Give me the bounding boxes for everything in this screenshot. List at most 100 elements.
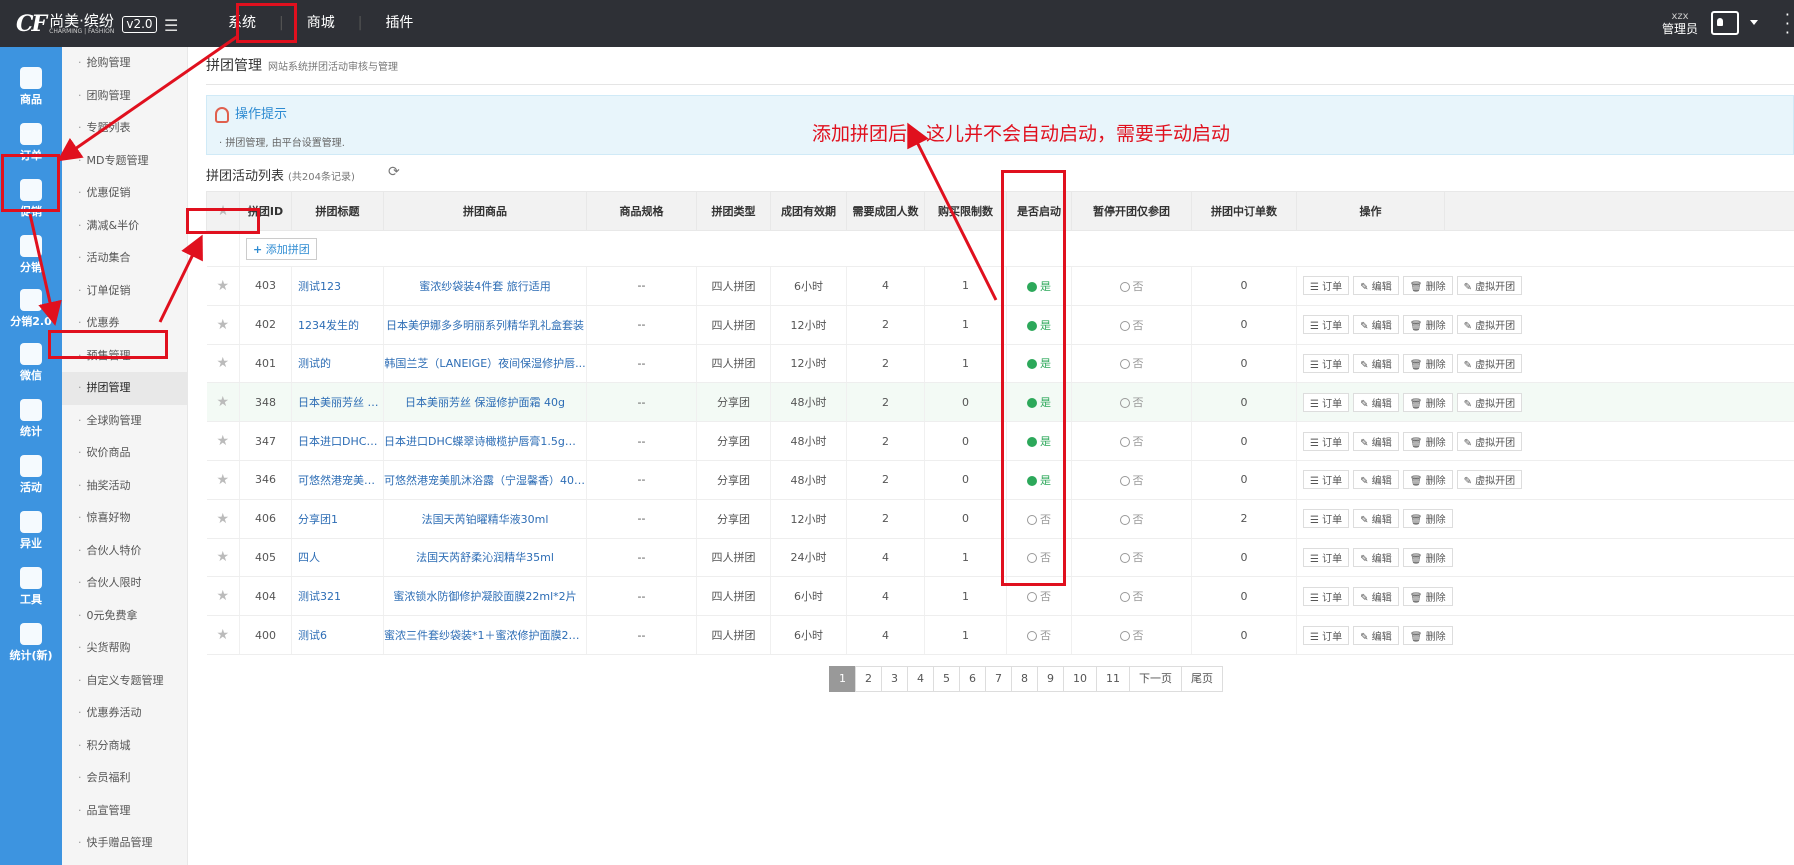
enabled-toggle[interactable]: 是: [1027, 319, 1051, 332]
orders-button[interactable]: ☰ 订单: [1303, 392, 1350, 412]
orders-button[interactable]: ☰ 订单: [1303, 276, 1350, 296]
sidebar-item[interactable]: 惊喜好物: [62, 502, 187, 535]
virtual-group-button[interactable]: ✎ 虚拟开团: [1456, 315, 1523, 335]
sidebar-item[interactable]: 积分商城: [62, 730, 187, 763]
top-nav-system[interactable]: 系统: [205, 0, 279, 47]
cell-enabled[interactable]: 否: [1006, 576, 1072, 617]
edit-button[interactable]: ✎ 编辑: [1353, 547, 1399, 567]
cell-goods[interactable]: 韩国兰芝（LANEIGE）夜间保湿修护唇...: [383, 344, 587, 384]
star-icon[interactable]: ★: [206, 576, 240, 617]
page-button[interactable]: 3: [881, 666, 908, 692]
edit-button[interactable]: ✎ 编辑: [1353, 470, 1399, 490]
cell-pause[interactable]: 否: [1071, 266, 1192, 306]
page-button[interactable]: 4: [907, 666, 934, 692]
edit-button[interactable]: ✎ 编辑: [1353, 586, 1399, 606]
orders-button[interactable]: ☰ 订单: [1303, 625, 1350, 645]
sidebar-item[interactable]: 团购管理: [62, 80, 187, 113]
sidebar-item[interactable]: 0元免费拿: [62, 600, 187, 633]
pause-toggle[interactable]: 否: [1119, 396, 1144, 409]
page-button[interactable]: 7: [985, 666, 1012, 692]
sidebar-item[interactable]: 抢购管理: [62, 47, 187, 80]
sidebar-item[interactable]: 品宣管理: [62, 795, 187, 828]
cell-pause[interactable]: 否: [1071, 460, 1192, 500]
orders-button[interactable]: ☰ 订单: [1303, 431, 1350, 451]
pause-toggle[interactable]: 否: [1119, 280, 1144, 293]
page-button[interactable]: 10: [1063, 666, 1097, 692]
star-icon[interactable]: ★: [206, 266, 240, 306]
enabled-toggle[interactable]: 是: [1027, 280, 1051, 293]
cell-title[interactable]: 测试123: [291, 266, 384, 306]
virtual-group-button[interactable]: ✎ 虚拟开团: [1456, 392, 1523, 412]
cell-title[interactable]: 测试6: [291, 615, 384, 655]
delete-button[interactable]: 🗑 删除: [1402, 392, 1453, 412]
star-icon[interactable]: ★: [206, 538, 240, 578]
cell-enabled[interactable]: 是: [1006, 460, 1072, 500]
delete-button[interactable]: 🗑 删除: [1402, 509, 1453, 529]
menu-toggle-icon[interactable]: ☰: [164, 16, 178, 35]
star-icon[interactable]: ★: [206, 305, 240, 345]
sidebar-item[interactable]: 全球购管理: [62, 405, 187, 438]
primary-nav-9[interactable]: 工具: [0, 557, 62, 615]
virtual-group-button[interactable]: ✎ 虚拟开团: [1456, 353, 1523, 373]
star-icon[interactable]: ★: [206, 344, 240, 384]
delete-button[interactable]: 🗑 删除: [1402, 470, 1453, 490]
top-nav-mall[interactable]: 商城: [284, 0, 358, 47]
enabled-toggle[interactable]: 是: [1027, 357, 1051, 370]
star-icon[interactable]: ★: [206, 615, 240, 655]
cell-pause[interactable]: 否: [1071, 499, 1192, 539]
sidebar-item[interactable]: 自定义专题管理: [62, 665, 187, 698]
sidebar-item[interactable]: 活动集合: [62, 242, 187, 275]
delete-button[interactable]: 🗑 删除: [1402, 353, 1453, 373]
cell-title[interactable]: 分享团1: [291, 499, 384, 539]
delete-button[interactable]: 🗑 删除: [1402, 547, 1453, 567]
disabled-toggle[interactable]: 否: [1027, 551, 1051, 564]
pause-toggle[interactable]: 否: [1119, 590, 1144, 603]
enabled-toggle[interactable]: 是: [1027, 474, 1051, 487]
pause-toggle[interactable]: 否: [1119, 474, 1144, 487]
sidebar-item[interactable]: 优惠促销: [62, 177, 187, 210]
virtual-group-button[interactable]: ✎ 虚拟开团: [1456, 276, 1523, 296]
sidebar-item[interactable]: 会员福利: [62, 762, 187, 795]
sidebar-item[interactable]: 快手赠品管理: [62, 827, 187, 860]
cell-pause[interactable]: 否: [1071, 615, 1192, 655]
cell-pause[interactable]: 否: [1071, 344, 1192, 384]
refresh-icon[interactable]: ⟳: [388, 164, 400, 180]
add-group-buy-button[interactable]: + 添加拼团: [246, 237, 317, 260]
cell-goods[interactable]: 法国天芮舒柔沁润精华35ml: [383, 538, 587, 578]
pause-toggle[interactable]: 否: [1119, 551, 1144, 564]
orders-button[interactable]: ☰ 订单: [1303, 353, 1350, 373]
orders-button[interactable]: ☰ 订单: [1303, 586, 1350, 606]
pause-toggle[interactable]: 否: [1119, 513, 1144, 526]
disabled-toggle[interactable]: 否: [1027, 513, 1051, 526]
cell-enabled[interactable]: 否: [1006, 615, 1072, 655]
sidebar-item[interactable]: 优惠券: [62, 307, 187, 340]
primary-nav-2[interactable]: 促销: [0, 169, 62, 227]
delete-button[interactable]: 🗑 删除: [1402, 276, 1453, 296]
edit-button[interactable]: ✎ 编辑: [1353, 392, 1399, 412]
cell-goods[interactable]: 日本美伊娜多多明丽系列精华乳礼盒套装: [383, 305, 587, 345]
edit-button[interactable]: ✎ 编辑: [1353, 509, 1399, 529]
page-button[interactable]: 下一页: [1129, 666, 1182, 692]
cell-enabled[interactable]: 是: [1006, 344, 1072, 384]
pause-toggle[interactable]: 否: [1119, 435, 1144, 448]
cell-goods[interactable]: 蜜浓锁水防御修护凝胶面膜22ml*2片: [383, 576, 587, 617]
primary-nav-6[interactable]: 统计: [0, 389, 62, 447]
sidebar-item[interactable]: MD专题管理: [62, 145, 187, 178]
page-button[interactable]: 9: [1037, 666, 1064, 692]
page-button[interactable]: 尾页: [1181, 666, 1223, 692]
enabled-toggle[interactable]: 是: [1027, 396, 1051, 409]
sidebar-item[interactable]: 专题列表: [62, 112, 187, 145]
cell-pause[interactable]: 否: [1071, 421, 1192, 461]
primary-nav-7[interactable]: 活动: [0, 445, 62, 503]
cell-goods[interactable]: 法国天芮铂曜精华液30ml: [383, 499, 587, 539]
primary-nav-4[interactable]: 分销2.0: [0, 279, 62, 337]
cell-enabled[interactable]: 否: [1006, 499, 1072, 539]
cell-title[interactable]: 测试的: [291, 344, 384, 384]
cell-pause[interactable]: 否: [1071, 538, 1192, 578]
primary-nav-5[interactable]: 微信: [0, 333, 62, 391]
orders-button[interactable]: ☰ 订单: [1303, 509, 1350, 529]
virtual-group-button[interactable]: ✎ 虚拟开团: [1456, 431, 1523, 451]
page-button[interactable]: 2: [855, 666, 882, 692]
orders-button[interactable]: ☰ 订单: [1303, 470, 1350, 490]
cell-title[interactable]: 日本美丽芳丝 保...: [291, 382, 384, 423]
